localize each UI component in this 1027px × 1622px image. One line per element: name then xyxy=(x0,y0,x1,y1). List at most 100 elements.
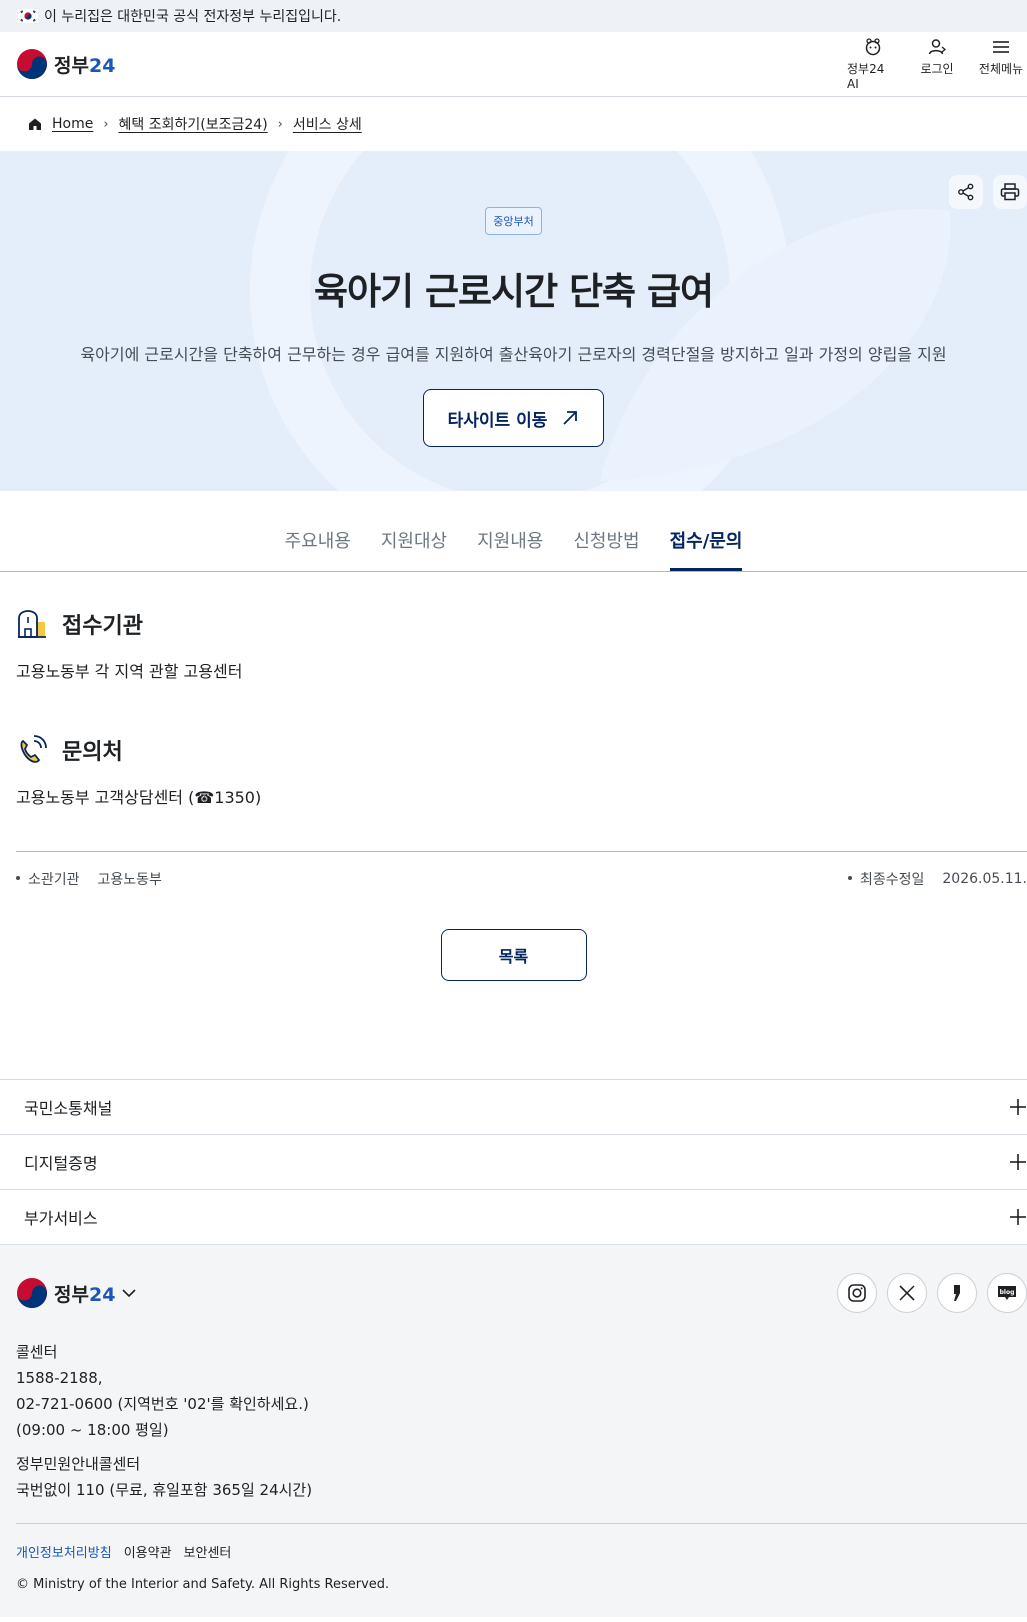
gov-banner-text: 이 누리집은 대한민국 공식 전자정부 누리집입니다. xyxy=(44,9,342,25)
social-links: blog xyxy=(837,1273,1027,1313)
accordion-label: 부가서비스 xyxy=(24,1209,98,1228)
share-icon xyxy=(958,183,974,201)
x-link[interactable] xyxy=(887,1273,927,1313)
svg-text:blog: blog xyxy=(1000,1289,1015,1296)
contact-body: 고용노동부 고객상담센터 (☎1350) xyxy=(16,788,262,807)
terms-link[interactable]: 이용약관 xyxy=(124,1542,172,1561)
call-center-number-2: 02-721-0600 (지역번호 '02'를 확인하세요.) xyxy=(16,1395,309,1413)
accordion-label: 디지털증명 xyxy=(24,1154,98,1173)
korea-flag-icon xyxy=(18,9,38,23)
agency-info: 소관기관 고용노동부 xyxy=(16,869,162,889)
contact-section: 문의처 고용노동부 고객상담센터 (☎1350) xyxy=(16,682,1027,808)
home-icon xyxy=(29,118,41,130)
breadcrumb: Home › 혜택 조회하기(보조금24) › 서비스 상세 xyxy=(0,97,1027,151)
hamburger-icon xyxy=(993,41,1009,53)
copyright: © Ministry of the Interior and Safety. A… xyxy=(16,1577,390,1592)
accordion-label: 국민소통채널 xyxy=(24,1099,113,1118)
call-center-info: 콜센터 1588-2188, 02-721-0600 (지역번호 '02'를 확… xyxy=(16,1339,1027,1443)
gov-call-center-number: 국번없이 110 (무료, 휴일포함 365일 24시간) xyxy=(16,1481,313,1499)
department-badge: 중앙부처 xyxy=(485,207,542,235)
main-content: 접수기관 고용노동부 각 지역 관할 고용센터 문의처 고용노동부 고객상담센터… xyxy=(0,572,1027,906)
taegeuk-logo-icon xyxy=(17,1278,47,1308)
logo-text: 정부 xyxy=(54,54,89,77)
reception-body: 고용노동부 각 지역 관할 고용센터 xyxy=(16,662,243,681)
all-menu-button[interactable]: 전체메뉴 xyxy=(975,37,1027,77)
ai-face-icon xyxy=(865,38,881,56)
detail-tabs: 주요내용 지원대상 지원내용 신청방법 접수/문의 xyxy=(0,491,1027,572)
reception-title: 접수기관 xyxy=(62,614,143,639)
login-label: 로그인 xyxy=(920,62,954,76)
site-logo[interactable]: 정부24 xyxy=(16,48,115,80)
contact-title: 문의처 xyxy=(62,740,123,765)
reception-section: 접수기관 고용노동부 각 지역 관할 고용센터 xyxy=(16,572,1027,682)
x-icon xyxy=(899,1285,915,1301)
footer-logo-number: 24 xyxy=(88,1283,116,1306)
footer-logo-select[interactable]: 정부24 xyxy=(16,1277,137,1309)
taegeuk-logo-icon xyxy=(17,49,47,79)
phone-icon xyxy=(20,735,47,763)
print-button[interactable] xyxy=(993,175,1027,209)
footer-accordions: 국민소통채널 디지털증명 부가서비스 xyxy=(0,1079,1027,1245)
arrow-up-right-icon xyxy=(563,411,578,425)
header-actions: 정부24 AI 로그인 전체메뉴 xyxy=(847,37,1027,91)
tab-how-to-apply[interactable]: 신청방법 xyxy=(573,527,639,571)
printer-icon xyxy=(1000,183,1020,201)
blog-icon: blog xyxy=(998,1286,1016,1300)
agency-label: 소관기관 xyxy=(16,869,80,889)
ai-label: 정부24 AI xyxy=(847,62,885,91)
service-meta: 소관기관 고용노동부 최종수정일 2026.05.11. xyxy=(16,851,1027,906)
breadcrumb-home[interactable]: Home xyxy=(52,116,93,132)
service-description: 육아기에 근로시간을 단축하여 근무하는 경우 급여를 지원하여 출산육아기 근… xyxy=(80,345,947,364)
breadcrumb-service-detail[interactable]: 서비스 상세 xyxy=(293,114,362,134)
service-title: 육아기 근로시간 단축 급여 xyxy=(313,270,714,313)
updated-value: 2026.05.11. xyxy=(942,871,1027,887)
chevron-right-icon: › xyxy=(103,116,109,132)
tab-main-content[interactable]: 주요내용 xyxy=(285,527,351,571)
building-icon xyxy=(18,610,46,638)
plus-icon xyxy=(1010,1099,1026,1115)
security-center-link[interactable]: 보안센터 xyxy=(184,1542,232,1561)
plus-icon xyxy=(1010,1209,1026,1225)
breadcrumb-benefits[interactable]: 혜택 조회하기(보조금24) xyxy=(119,114,268,134)
quote-mark-icon xyxy=(954,1285,960,1301)
login-button[interactable]: 로그인 xyxy=(911,37,963,77)
all-menu-label: 전체메뉴 xyxy=(978,62,1024,76)
plus-icon xyxy=(1010,1154,1026,1170)
accordion-communication-channel[interactable]: 국민소통채널 xyxy=(0,1080,1027,1135)
youtube-link[interactable] xyxy=(937,1273,977,1313)
logo-number: 24 xyxy=(88,54,116,77)
site-header: 정부24 정부24 AI 로그인 전체메뉴 xyxy=(0,32,1027,97)
footer-divider xyxy=(16,1523,1027,1524)
updated-info: 최종수정일 2026.05.11. xyxy=(847,869,1027,889)
blog-link[interactable]: blog xyxy=(987,1273,1027,1313)
footer-logo-text: 정부 xyxy=(54,1283,89,1306)
list-button[interactable]: 목록 xyxy=(440,929,587,981)
footer-links: 개인정보처리방침 이용약관 보안센터 xyxy=(16,1542,1027,1561)
tab-reception-inquiry[interactable]: 접수/문의 xyxy=(669,527,743,571)
agency-value: 고용노동부 xyxy=(97,872,162,888)
tab-support-content[interactable]: 지원내용 xyxy=(477,527,543,571)
privacy-policy-link[interactable]: 개인정보처리방침 xyxy=(16,1542,112,1561)
call-center-hours: (09:00 ~ 18:00 평일) xyxy=(16,1421,169,1439)
user-icon xyxy=(928,39,947,55)
gov-banner: 이 누리집은 대한민국 공식 전자정부 누리집입니다. xyxy=(0,0,1027,32)
updated-label: 최종수정일 xyxy=(847,869,924,889)
hero-section: 중앙부처 육아기 근로시간 단축 급여 육아기에 근로시간을 단축하여 근무하는… xyxy=(0,151,1027,491)
chevron-right-icon: › xyxy=(277,116,283,132)
ai-button[interactable]: 정부24 AI xyxy=(847,37,899,91)
gov-call-center-title: 정부민원안내콜센터 xyxy=(16,1455,141,1473)
tab-eligibility[interactable]: 지원대상 xyxy=(381,527,447,571)
instagram-icon xyxy=(848,1284,866,1302)
share-button[interactable] xyxy=(949,175,983,209)
call-center-title: 콜센터 xyxy=(16,1343,58,1361)
call-center-number: 1588-2188, xyxy=(16,1369,103,1387)
site-footer: 정부24 blog 콜센터 1588-2188, 02-721-0600 (지역… xyxy=(0,1245,1027,1617)
gov-call-center-info: 정부민원안내콜센터 국번없이 110 (무료, 휴일포함 365일 24시간) xyxy=(16,1451,1027,1503)
external-site-button[interactable]: 타사이트 이동 xyxy=(422,389,605,447)
accordion-digital-certificate[interactable]: 디지털증명 xyxy=(0,1135,1027,1190)
hero-tools xyxy=(949,175,1027,209)
accordion-additional-services[interactable]: 부가서비스 xyxy=(0,1190,1027,1245)
chevron-down-icon xyxy=(122,1289,136,1298)
instagram-link[interactable] xyxy=(837,1273,877,1313)
external-site-label: 타사이트 이동 xyxy=(447,410,548,431)
